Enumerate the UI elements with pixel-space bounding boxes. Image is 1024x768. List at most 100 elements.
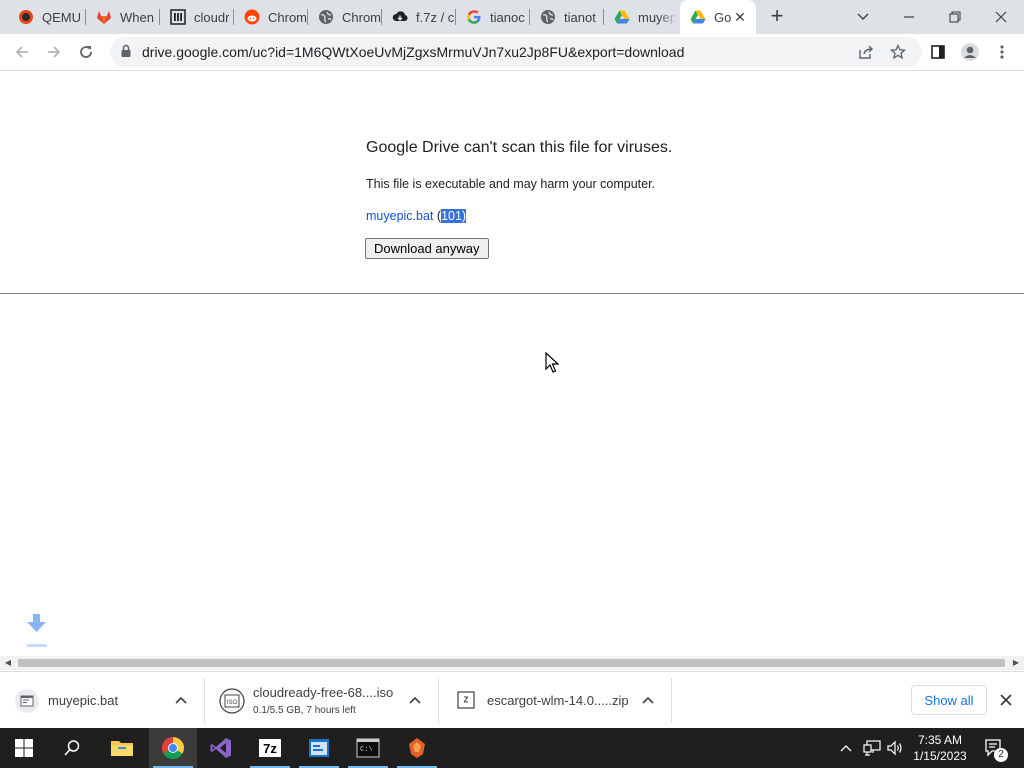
app-taskbar-button[interactable]: [295, 728, 343, 768]
side-panel-icon: [931, 45, 945, 59]
tab-gitlab[interactable]: When: [86, 0, 160, 34]
page-content: Google Drive can't scan this file for vi…: [0, 71, 1024, 656]
visual-studio-icon: [210, 738, 231, 758]
download-item[interactable]: Z escargot-wlm-14.0.....zip: [439, 678, 672, 723]
download-info: muyepic.bat: [48, 693, 118, 708]
7zip-button[interactable]: 7z: [246, 728, 294, 768]
tab-drive-muyepic[interactable]: muyep: [604, 0, 678, 34]
window-app-icon: [309, 739, 329, 757]
7zip-icon: 7z: [259, 739, 281, 757]
notification-center-button[interactable]: 2: [980, 728, 1010, 768]
search-icon: [64, 740, 80, 756]
tab-qemu[interactable]: QEMU: [8, 0, 86, 34]
reddit-icon: [244, 9, 260, 25]
download-name: muyepic.bat: [48, 693, 119, 708]
download-anyway-button[interactable]: Download anyway: [365, 238, 489, 259]
tab-title: When: [120, 9, 154, 25]
lock-icon[interactable]: [120, 44, 132, 63]
svg-text:ISO: ISO: [227, 700, 238, 706]
chevron-up-icon[interactable]: [408, 693, 422, 707]
google-icon: [466, 9, 482, 25]
download-info: cloudready-free-68....iso 0.1/5.5 GB, 7 …: [253, 685, 393, 716]
minimize-button[interactable]: [886, 0, 932, 34]
file-explorer-button[interactable]: [98, 728, 146, 768]
horizontal-scrollbar[interactable]: ◀ ▶: [0, 656, 1024, 670]
divider: [0, 293, 1024, 294]
tab-f7z[interactable]: f.7z / c: [382, 0, 456, 34]
share-button[interactable]: [852, 38, 880, 66]
forward-button[interactable]: [40, 38, 68, 66]
speaker-icon: [887, 740, 902, 756]
chevron-down-icon: [857, 13, 869, 20]
escargot-icon: [409, 738, 425, 758]
terminal-button[interactable]: C:\: [344, 728, 392, 768]
show-all-button[interactable]: Show all: [911, 685, 987, 715]
tab-title: f.7z / c: [416, 9, 455, 25]
menu-button[interactable]: [988, 38, 1016, 66]
tab-tianocore[interactable]: tianot: [530, 0, 604, 34]
windows-taskbar: 7z C:\ 7:35 AM 1/15/2023 2: [0, 728, 1024, 768]
volume-button[interactable]: [884, 728, 906, 768]
close-tab-icon[interactable]: ✕: [732, 9, 748, 25]
tab-reddit[interactable]: Chrom: [234, 0, 308, 34]
file-info: muyepic.bat (101): [366, 209, 467, 223]
globe-icon: [540, 9, 556, 25]
close-shelf-icon[interactable]: [998, 692, 1014, 708]
close-window-button[interactable]: [978, 0, 1024, 34]
arrow-right-icon: [48, 46, 61, 58]
tab-title: Chrom: [342, 9, 382, 25]
chrome-icon: [162, 737, 184, 759]
tab-cloudready[interactable]: cloudr: [160, 0, 234, 34]
svg-text:7z: 7z: [263, 741, 277, 756]
tab-search-button[interactable]: [840, 0, 886, 34]
address-bar[interactable]: drive.google.com/uc?id=1M6QWtXoeUvMjZgxs…: [110, 37, 922, 67]
minimize-icon: [904, 16, 914, 18]
start-button[interactable]: [0, 728, 48, 768]
iso-file-icon: ISO: [219, 687, 245, 714]
file-name-link[interactable]: muyepic.bat: [366, 209, 433, 223]
back-button[interactable]: [8, 38, 36, 66]
bookmark-button[interactable]: [884, 38, 912, 66]
download-item[interactable]: ISO cloudready-free-68....iso 0.1/5.5 GB…: [205, 678, 439, 723]
visual-studio-button[interactable]: [197, 728, 245, 768]
tab-title: QEMU: [42, 9, 81, 25]
warning-message: This file is executable and may harm you…: [366, 177, 656, 191]
search-button[interactable]: [48, 728, 96, 768]
chevron-up-icon[interactable]: [174, 693, 188, 707]
tab-title: Chrom: [268, 9, 308, 25]
chrome-taskbar-button[interactable]: [149, 728, 197, 768]
scroll-right-icon[interactable]: ▶: [1012, 659, 1020, 667]
zip-file-icon: Z: [453, 688, 479, 714]
download-shelf: muyepic.bat ISO cloudready-free-68....is…: [0, 671, 1024, 728]
url-text: drive.google.com/uc?id=1M6QWtXoeUvMjZgxs…: [142, 44, 685, 60]
scroll-left-icon[interactable]: ◀: [4, 659, 12, 667]
mouse-cursor-icon: [545, 351, 560, 379]
browser-toolbar: drive.google.com/uc?id=1M6QWtXoeUvMjZgxs…: [0, 34, 1024, 71]
show-hidden-icons-button[interactable]: [836, 728, 856, 768]
reload-icon: [80, 46, 92, 58]
profile-button[interactable]: [956, 38, 984, 66]
more-vert-icon: [1000, 45, 1004, 59]
taskbar-clock[interactable]: 7:35 AM 1/15/2023: [908, 732, 972, 764]
download-item[interactable]: muyepic.bat: [0, 678, 205, 723]
share-icon: [859, 45, 873, 59]
restore-button[interactable]: [932, 0, 978, 34]
chevron-up-icon[interactable]: [641, 693, 655, 707]
reload-button[interactable]: [72, 38, 100, 66]
tab-chromium[interactable]: Chrom: [308, 0, 382, 34]
restore-icon: [949, 11, 961, 23]
new-tab-button[interactable]: +: [766, 5, 788, 28]
tab-tianocore-search[interactable]: tianoc: [456, 0, 530, 34]
clock-time: 7:35 AM: [917, 733, 963, 747]
escargot-button[interactable]: [393, 728, 441, 768]
svg-text:Z: Z: [464, 695, 469, 704]
tab-drive-active[interactable]: Go ✕: [680, 0, 756, 34]
scrollbar-thumb[interactable]: [18, 659, 1005, 667]
svg-text:C:\: C:\: [360, 746, 373, 754]
google-drive-icon: [614, 9, 630, 25]
network-button[interactable]: [860, 728, 884, 768]
side-panel-button[interactable]: [924, 38, 952, 66]
qemu-icon: [18, 9, 34, 25]
clock-date: 1/15/2023: [913, 749, 967, 763]
tab-fade: [659, 0, 677, 34]
